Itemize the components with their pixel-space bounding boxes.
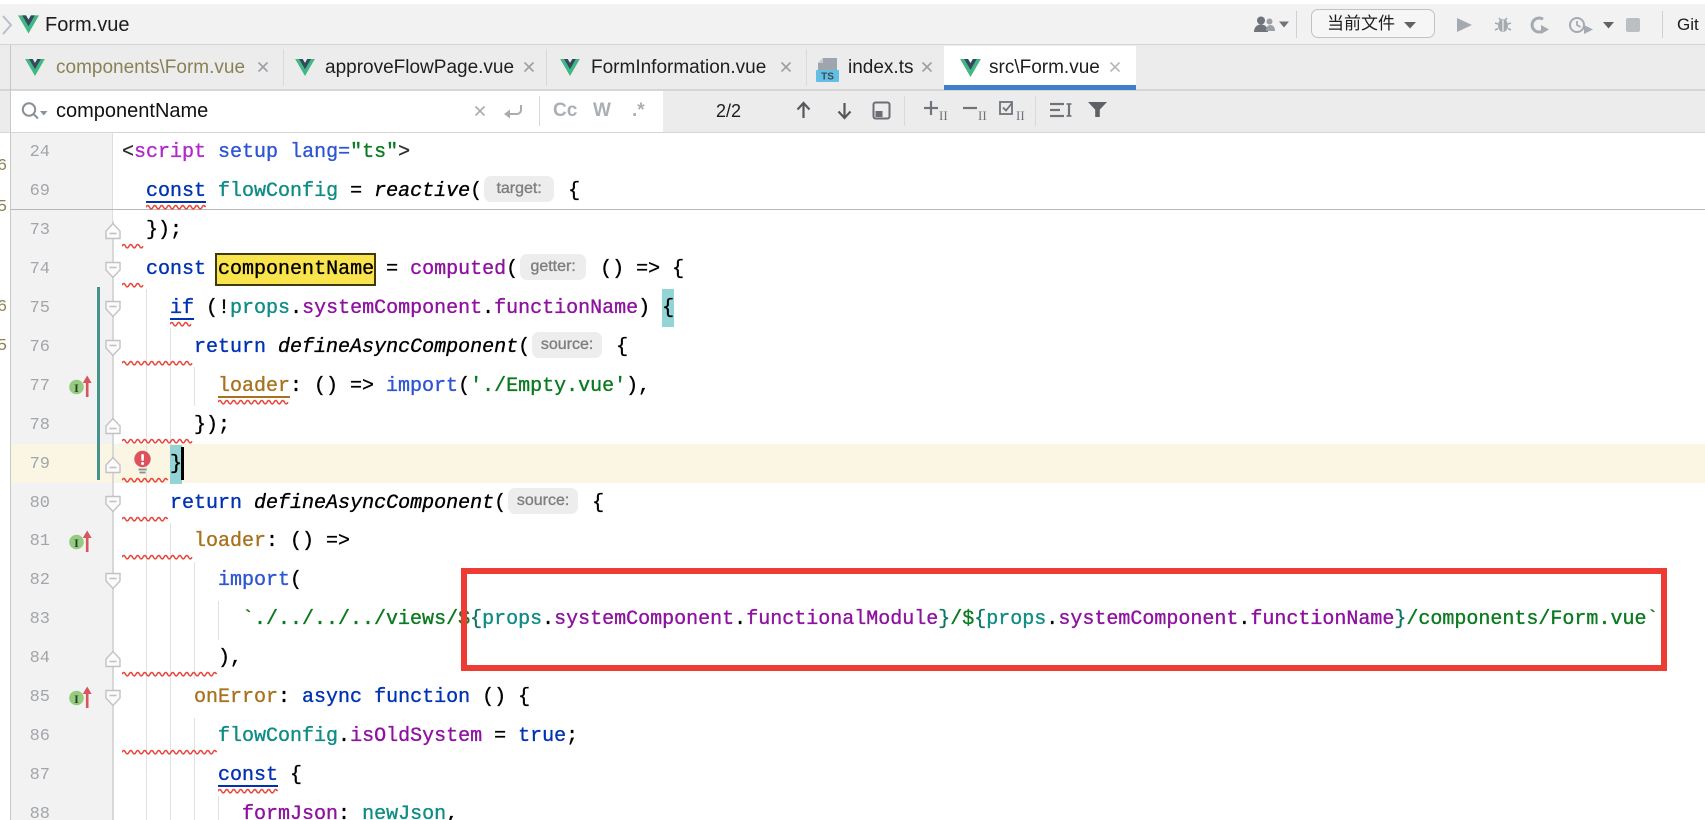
svg-text:I: I — [74, 692, 79, 706]
svg-text:I: I — [74, 381, 79, 395]
svg-text:I: I — [74, 536, 79, 550]
svg-text:II: II — [978, 108, 987, 122]
svg-text:TS: TS — [821, 72, 834, 83]
svg-text:II: II — [1016, 108, 1025, 122]
svg-text:II: II — [939, 108, 948, 122]
